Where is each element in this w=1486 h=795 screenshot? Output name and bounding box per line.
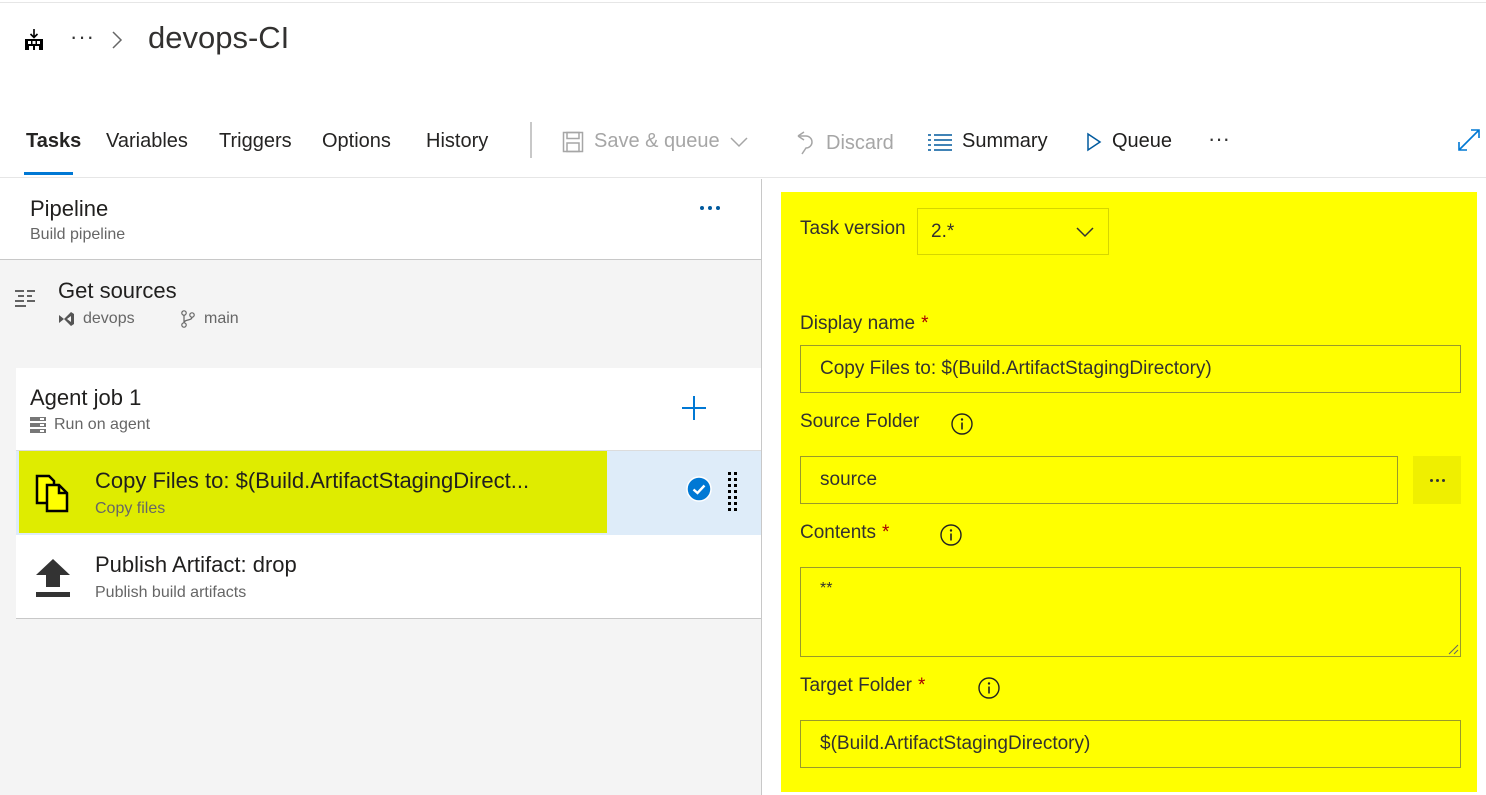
server-icon	[30, 417, 46, 433]
get-sources-item[interactable]: Get sources devops main	[0, 261, 761, 361]
toolbar-divider	[530, 122, 532, 158]
get-sources-icon	[15, 290, 35, 307]
display-name-label-text: Display name	[800, 313, 916, 334]
required-marker: *	[921, 313, 929, 334]
agent-job-subtitle-row: Run on agent	[30, 416, 150, 434]
play-icon	[1087, 132, 1102, 151]
source-folder-input[interactable]	[800, 456, 1398, 504]
summary-label: Summary	[962, 130, 1048, 152]
page-header: ··· devops-CI	[0, 0, 1486, 100]
save-icon	[562, 131, 584, 152]
list-icon	[928, 133, 952, 151]
task-version-dropdown[interactable]: 2.*	[917, 208, 1109, 255]
tab-tasks[interactable]: Tasks	[26, 130, 81, 153]
task-title: Copy Files to: $(Build.ArtifactStagingDi…	[95, 468, 530, 493]
contents-textarea[interactable]: **	[800, 567, 1461, 657]
copy-files-icon	[35, 474, 69, 513]
tab-triggers[interactable]: Triggers	[219, 130, 292, 153]
chevron-down-icon	[730, 136, 748, 147]
drag-handle-icon[interactable]	[727, 471, 739, 513]
info-icon[interactable]	[940, 524, 962, 546]
task-subtitle: Publish build artifacts	[95, 584, 247, 601]
task-row-publish-artifact[interactable]: Publish Artifact: drop Publish build art…	[16, 535, 761, 619]
summary-button[interactable]: Summary	[928, 130, 1048, 153]
tab-variables[interactable]: Variables	[106, 130, 188, 153]
queue-label: Queue	[1112, 130, 1173, 152]
fullscreen-expand-icon[interactable]	[1457, 128, 1481, 152]
required-marker: *	[917, 675, 926, 696]
chevron-down-icon	[1076, 227, 1094, 238]
branch-info: main	[180, 310, 239, 328]
upload-artifact-icon	[36, 559, 70, 597]
task-enabled-check-icon	[686, 476, 712, 502]
source-folder-label-text: Source Folder	[800, 411, 920, 432]
task-subtitle: Copy files	[95, 500, 166, 517]
info-icon[interactable]	[951, 413, 973, 435]
discard-button[interactable]: Discard	[794, 130, 894, 156]
task-title: Publish Artifact: drop	[95, 552, 297, 577]
pipeline-subtitle: Build pipeline	[30, 226, 126, 243]
info-icon[interactable]	[978, 677, 1000, 699]
agent-job-subtitle: Run on agent	[54, 416, 151, 433]
tab-options[interactable]: Options	[322, 130, 391, 153]
target-folder-label: Target Folder *	[800, 675, 925, 697]
source-folder-label: Source Folder	[800, 411, 919, 433]
agent-job-item[interactable]: Agent job 1 Run on agent	[16, 368, 761, 451]
repo-info: devops	[58, 310, 135, 328]
pipeline-header[interactable]: Pipeline Build pipeline	[0, 179, 761, 260]
chevron-right-icon	[112, 31, 123, 49]
branch-name: main	[204, 310, 239, 327]
build-pipeline-icon[interactable]	[24, 29, 44, 51]
task-version-label-text: Task version	[800, 218, 906, 239]
pipeline-title: Pipeline	[30, 196, 109, 221]
branch-icon	[181, 310, 195, 328]
target-folder-input[interactable]	[800, 720, 1461, 768]
breadcrumb-more-button[interactable]: ···	[70, 24, 95, 50]
save-and-queue-button[interactable]: Save & queue	[562, 130, 748, 153]
required-marker: *	[882, 522, 890, 543]
discard-label: Discard	[826, 131, 894, 154]
resize-grip-icon[interactable]	[1445, 641, 1459, 655]
display-name-label: Display name *	[800, 313, 929, 335]
pipeline-tree-pane: Pipeline Build pipeline Get sources devo…	[0, 179, 762, 795]
agent-job-title: Agent job 1	[30, 385, 142, 410]
tab-history[interactable]: History	[426, 130, 488, 153]
get-sources-title: Get sources	[58, 278, 177, 303]
browse-source-folder-button[interactable]	[1413, 456, 1461, 504]
task-version-value: 2.*	[931, 220, 955, 242]
pipeline-more-button[interactable]	[696, 197, 724, 219]
contents-label-text: Contents	[800, 522, 877, 543]
save-and-queue-label: Save & queue	[594, 130, 720, 152]
more-actions-button[interactable]: ···	[1208, 126, 1230, 152]
active-tab-indicator	[24, 172, 73, 175]
task-row-copy-files[interactable]: Copy Files to: $(Build.ArtifactStagingDi…	[16, 451, 761, 535]
repo-name: devops	[83, 310, 135, 327]
contents-label: Contents *	[800, 522, 889, 544]
task-version-label: Task version	[800, 218, 906, 240]
page-title: devops-CI	[148, 20, 290, 55]
undo-icon	[797, 131, 813, 155]
display-name-input[interactable]	[800, 345, 1461, 393]
queue-button[interactable]: Queue	[1086, 130, 1172, 153]
visual-studio-repo-icon	[59, 312, 74, 326]
add-task-plus-icon[interactable]	[680, 394, 708, 422]
tab-bar: Tasks Variables Triggers Options History…	[0, 118, 1486, 178]
target-folder-label-text: Target Folder	[800, 675, 912, 696]
task-properties-pane: Task version 2.* Display name * Source F…	[781, 192, 1477, 792]
